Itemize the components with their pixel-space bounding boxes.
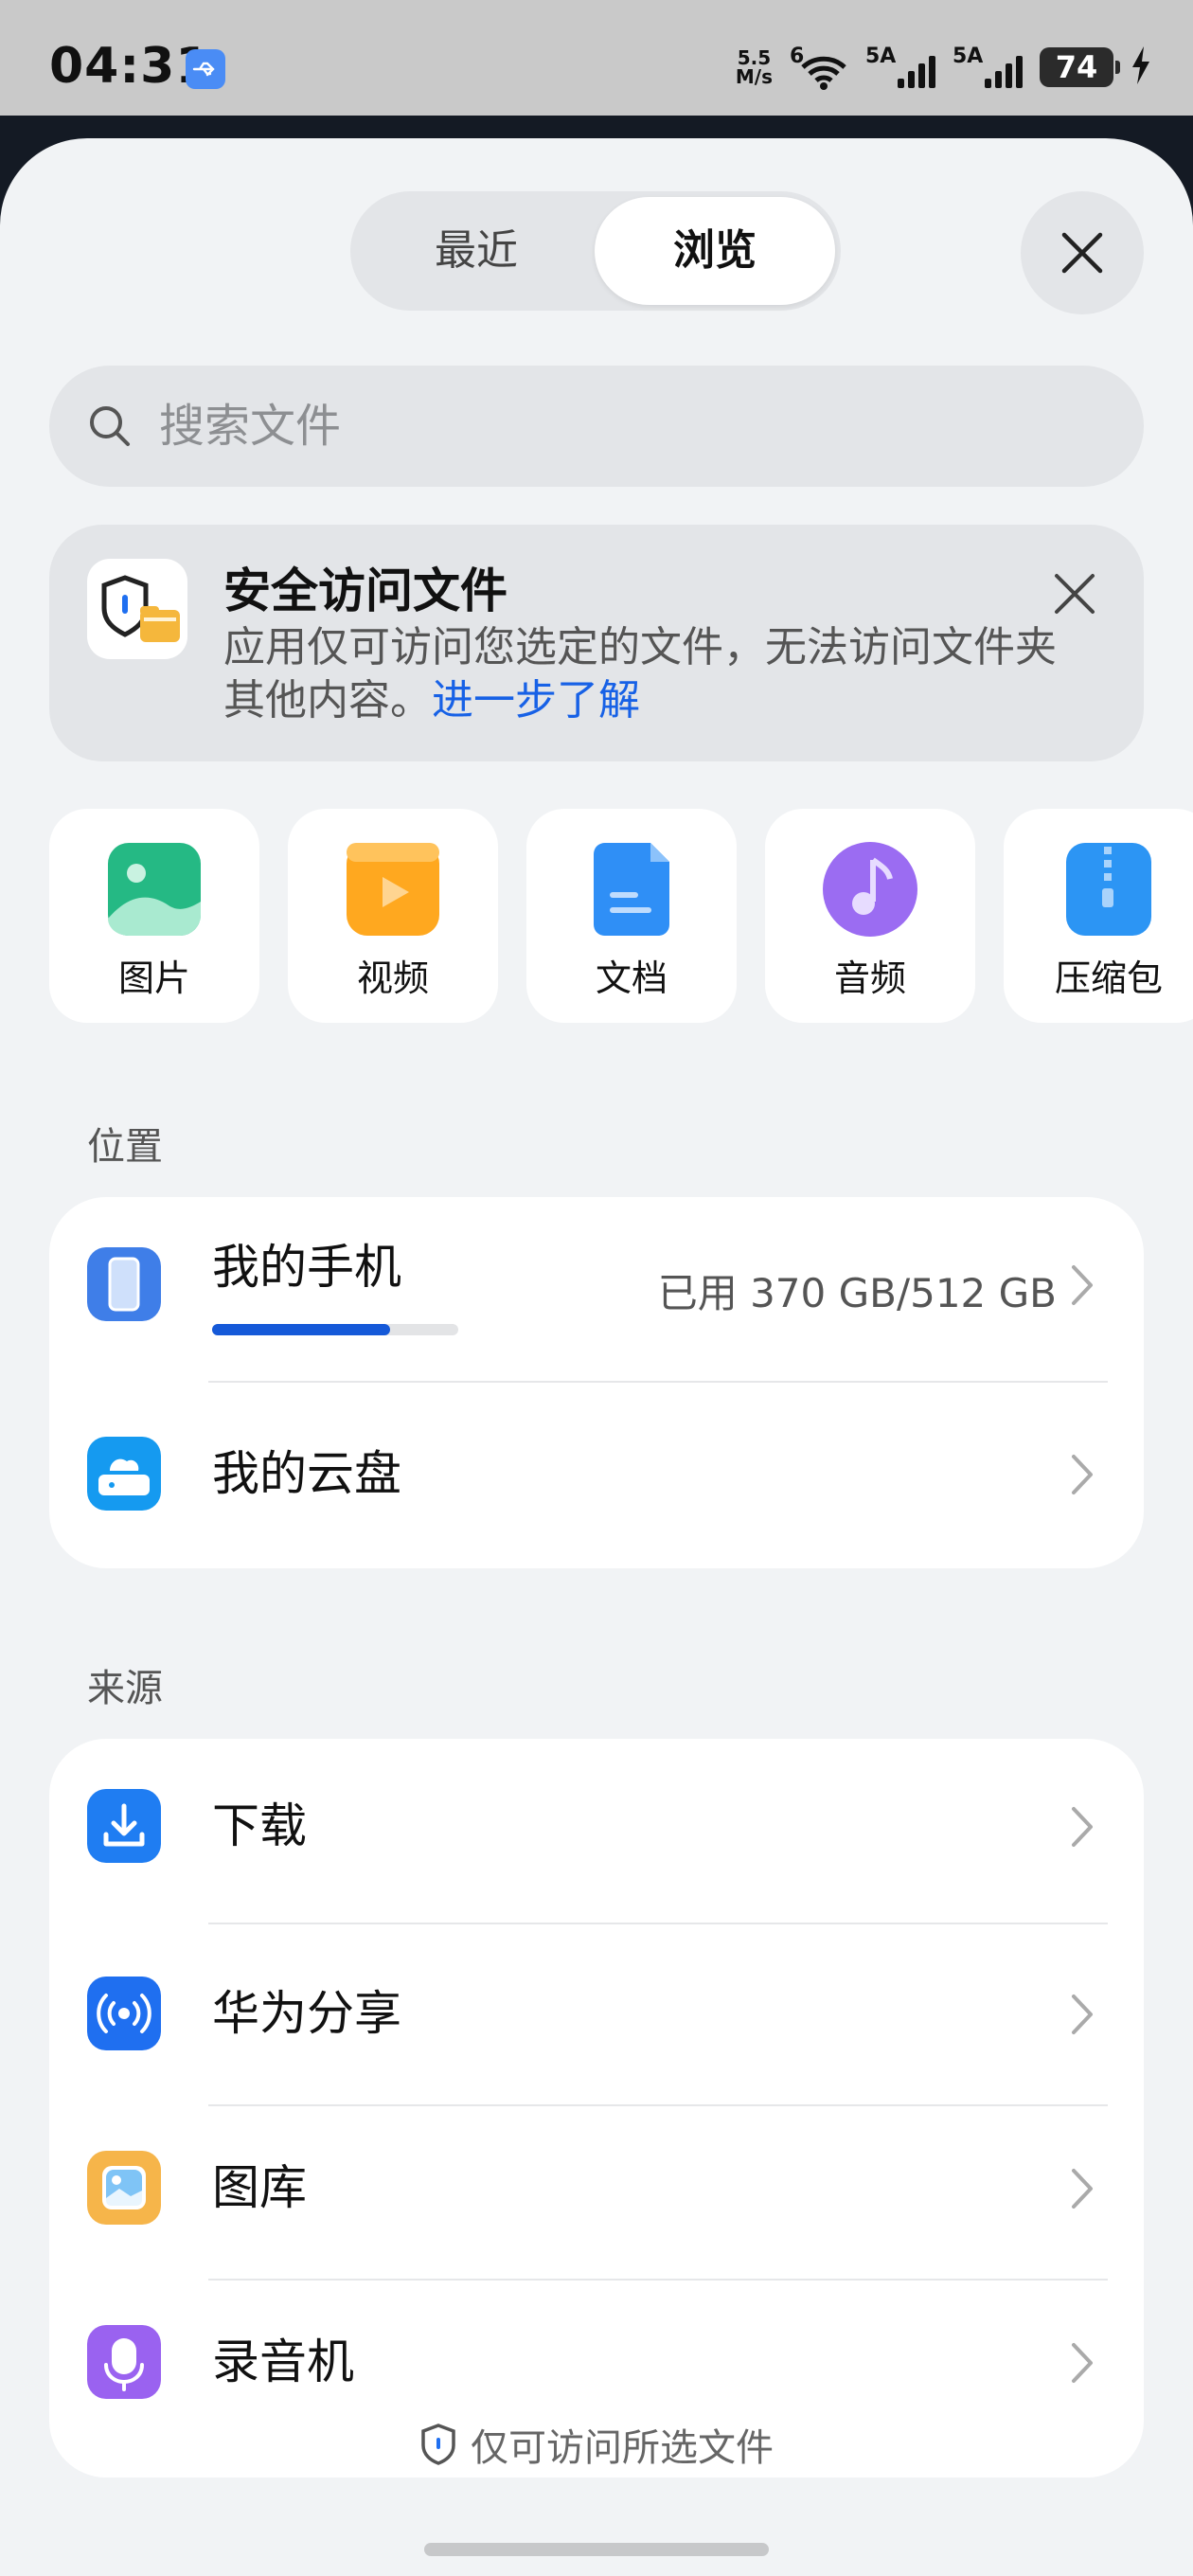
category-documents[interactable]: 文档	[526, 809, 737, 1023]
location-my-cloud[interactable]: 我的云盘	[49, 1386, 1144, 1561]
category-label: 压缩包	[1054, 957, 1163, 999]
category-label: 文档	[595, 957, 668, 999]
chevron-right-icon	[1072, 2343, 1093, 2383]
view-tab-switcher: 最近 浏览	[350, 191, 841, 311]
battery-indicator: 74	[1040, 47, 1120, 87]
archive-icon	[1066, 843, 1151, 936]
notice-title: 安全访问文件	[223, 564, 507, 618]
network-speed: 5.5 M/s	[735, 46, 773, 88]
source-label: 下载	[212, 1798, 307, 1853]
shield-icon	[421, 2424, 455, 2465]
tab-recent[interactable]: 最近	[356, 197, 596, 305]
tab-browse[interactable]: 浏览	[595, 197, 835, 305]
storage-progress	[212, 1324, 458, 1335]
access-scope-text: 仅可访问所选文件	[471, 2426, 774, 2470]
secure-folder-icon	[87, 559, 187, 659]
chevron-right-icon	[1072, 1455, 1093, 1494]
wifi-icon: 6	[790, 45, 848, 90]
close-icon	[1055, 574, 1095, 614]
close-icon	[1061, 232, 1103, 274]
recorder-icon	[87, 2325, 161, 2399]
charging-icon	[1131, 46, 1151, 88]
source-huawei-share[interactable]: 华为分享	[49, 1926, 1144, 2101]
phone-icon	[87, 1247, 161, 1321]
notice-description: 应用仅可访问您选定的文件，无法访问文件夹其他内容。进一步了解	[223, 623, 1057, 724]
chevron-right-icon	[1072, 1265, 1093, 1305]
document-icon	[594, 843, 669, 936]
source-label: 录音机	[212, 2334, 354, 2389]
huawei-share-icon	[87, 1977, 161, 2050]
section-title-location: 位置	[87, 1125, 163, 1169]
divider	[208, 1923, 1108, 1924]
category-images[interactable]: 图片	[49, 809, 259, 1023]
access-scope-note: 仅可访问所选文件	[0, 2409, 1193, 2479]
download-icon	[87, 1789, 161, 1863]
file-picker-sheet: 最近 浏览 搜索文件 安全访问文件 应用仅可访问您选定的文件，无法访问文件夹其他…	[0, 138, 1193, 2576]
category-videos[interactable]: 视频	[288, 809, 498, 1023]
chevron-right-icon	[1072, 2169, 1093, 2209]
storage-usage: 已用 370 GB/512 GB	[657, 1270, 1057, 1316]
location-list: 我的手机 已用 370 GB/512 GB 我的云盘	[49, 1197, 1144, 1568]
section-title-sources: 来源	[87, 1667, 163, 1710]
audio-icon	[823, 842, 917, 937]
home-indicator[interactable]	[424, 2543, 769, 2556]
learn-more-link[interactable]: 进一步了解	[432, 676, 640, 724]
source-gallery[interactable]: 图库	[49, 2101, 1144, 2275]
source-label: 华为分享	[212, 1986, 401, 2041]
secure-access-notice: 安全访问文件 应用仅可访问您选定的文件，无法访问文件夹其他内容。进一步了解	[49, 525, 1144, 761]
source-downloads[interactable]: 下载	[49, 1739, 1144, 1913]
category-label: 音频	[833, 957, 906, 999]
search-icon	[90, 406, 130, 446]
signal-sim1-icon: 5A	[865, 45, 935, 90]
video-icon	[347, 843, 439, 936]
usb-icon	[186, 49, 225, 89]
search-input[interactable]: 搜索文件	[49, 366, 1144, 487]
image-icon	[108, 843, 201, 936]
category-label: 视频	[356, 957, 429, 999]
dismiss-notice-button[interactable]	[1053, 572, 1096, 619]
sources-list: 下载 华为分享 图库 录音机	[49, 1739, 1144, 2478]
source-label: 图库	[212, 2160, 307, 2215]
category-label: 图片	[117, 957, 190, 999]
chevron-right-icon	[1072, 1807, 1093, 1847]
file-categories: 图片 视频 文档 音频 压缩包	[49, 809, 1193, 1023]
status-bar: 04:31 5.5 M/s 6 5A 5A 74	[0, 0, 1193, 116]
location-my-phone[interactable]: 我的手机 已用 370 GB/512 GB	[49, 1197, 1144, 1371]
category-audio[interactable]: 音频	[765, 809, 975, 1023]
search-placeholder: 搜索文件	[159, 400, 342, 453]
signal-sim2-icon: 5A	[953, 45, 1023, 90]
close-sheet-button[interactable]	[1021, 191, 1144, 314]
category-archives[interactable]: 压缩包	[1004, 809, 1193, 1023]
gallery-icon	[87, 2151, 161, 2225]
my-cloud-label: 我的云盘	[212, 1446, 401, 1501]
divider	[208, 1381, 1108, 1383]
my-phone-label: 我的手机	[212, 1240, 401, 1295]
chevron-right-icon	[1072, 1995, 1093, 2034]
cloud-drive-icon	[87, 1437, 161, 1511]
